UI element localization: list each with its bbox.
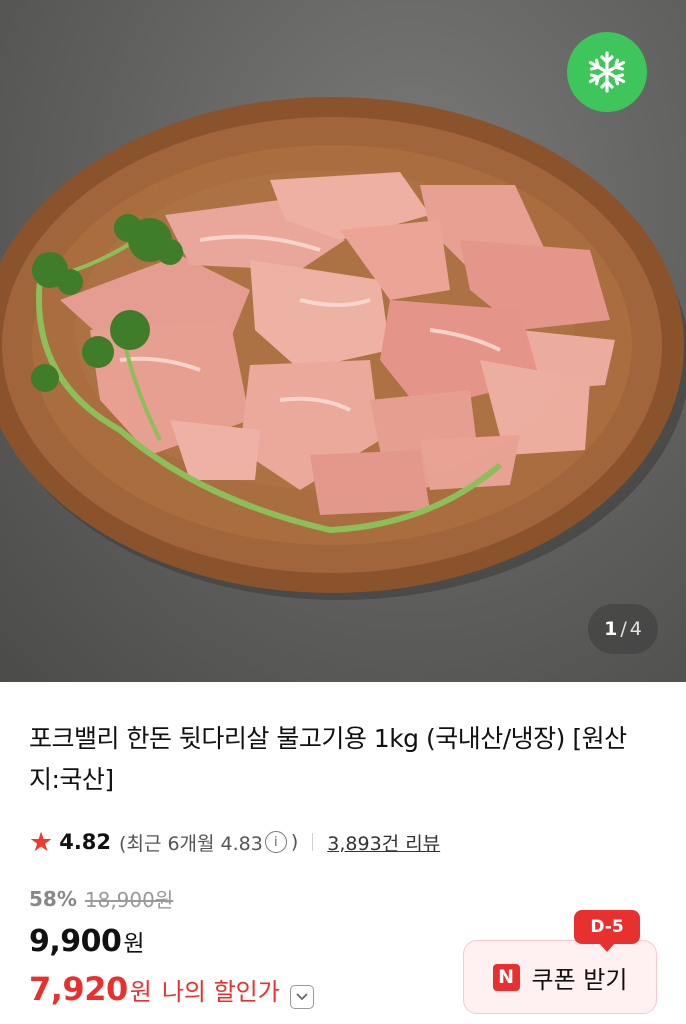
page-separator: / <box>620 618 627 640</box>
rating-score: 4.82 <box>59 830 112 854</box>
product-title: 포크밸리 한돈 뒷다리살 불고기용 1kg (국내산/냉장) [원산지:국산] <box>29 724 627 794</box>
chevron-down-icon[interactable] <box>289 985 314 1009</box>
current-page: 1 <box>604 618 618 640</box>
original-price: 18,900원 <box>84 888 174 912</box>
my-price-unit: 원 <box>129 978 152 1006</box>
sale-price: 9,900 원 <box>29 924 145 959</box>
info-icon[interactable]: i <box>264 831 287 853</box>
discount-row: 58% 18,900원 <box>29 884 173 913</box>
my-price-number: 7,920 <box>29 970 128 1008</box>
get-coupon-button[interactable]: N 쿠폰 받기 <box>463 940 657 1014</box>
total-pages: 4 <box>629 618 642 640</box>
dday-badge: D-5 <box>574 910 640 952</box>
rating-row: ★ 4.82 (최근 6개월 4.83 i ) 3,893건 리뷰 <box>29 826 440 858</box>
recent-rating-text: (최근 6개월 4.83 <box>119 832 263 855</box>
sale-price-unit: 원 <box>123 931 145 957</box>
recent-rating: (최근 6개월 4.83 i ) <box>119 829 298 856</box>
image-page-indicator: 1 / 4 <box>588 604 658 654</box>
n-logo-icon: N <box>492 963 520 991</box>
coupon-button-label: 쿠폰 받기 <box>531 965 628 994</box>
snowflake-icon <box>588 51 626 93</box>
my-price-label: 나의 할인가 <box>161 978 280 1006</box>
divider <box>312 833 314 851</box>
discount-rate: 58% <box>29 886 77 911</box>
recent-rating-close: ) <box>290 831 299 853</box>
product-image[interactable]: 1 / 4 <box>0 0 686 682</box>
sale-price-number: 9,900 <box>29 924 122 959</box>
review-count-link[interactable]: 3,893건 리뷰 <box>327 829 440 856</box>
my-discount-price[interactable]: 7,920 원 나의 할인가 <box>29 970 314 1009</box>
frozen-badge <box>567 32 647 112</box>
star-icon: ★ <box>29 826 54 858</box>
